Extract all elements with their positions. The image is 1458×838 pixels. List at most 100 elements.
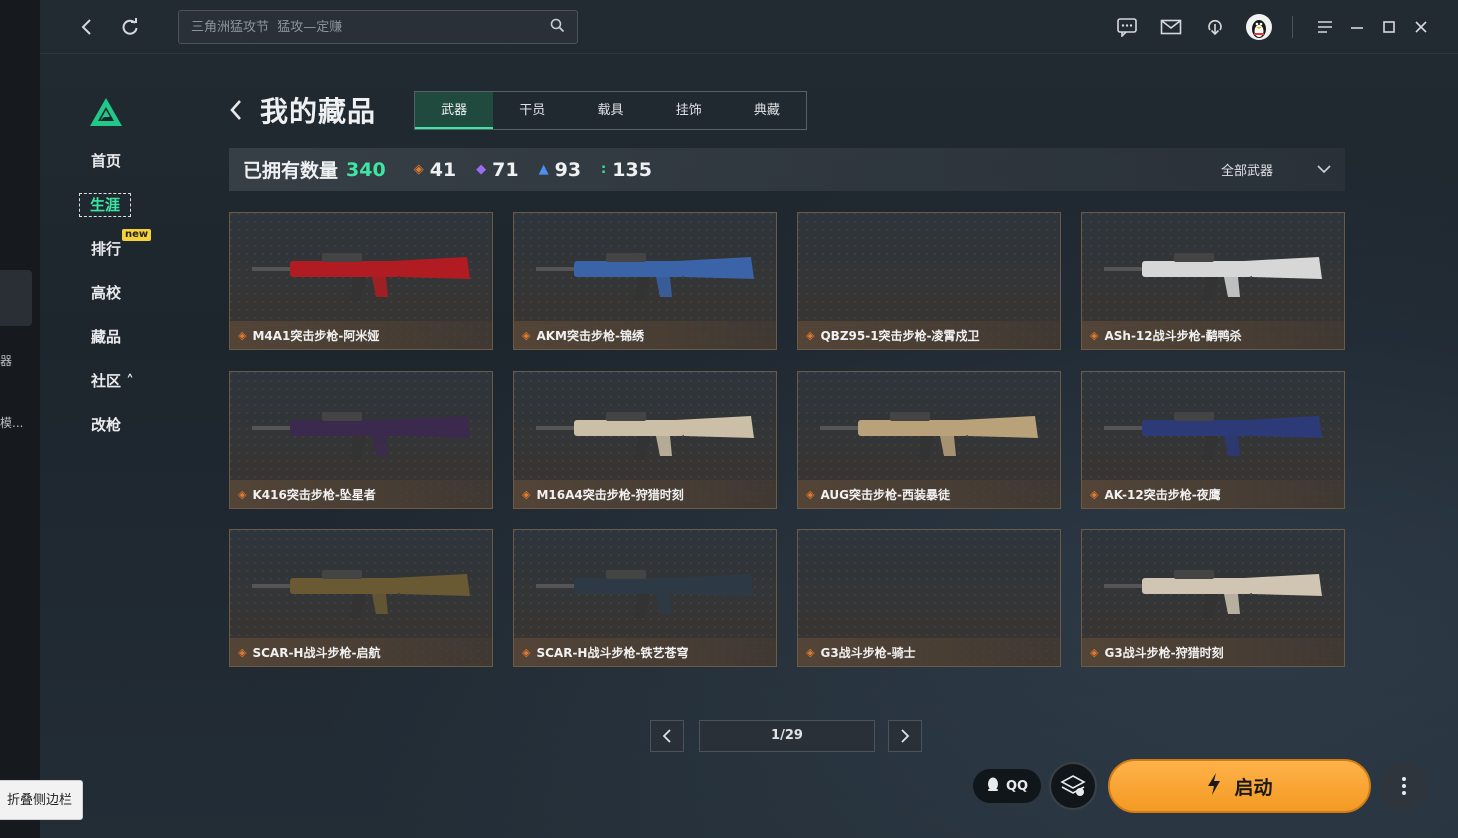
weapon-card[interactable]: ◈ SCAR-H战斗步枪-铁艺苍穹 [513,529,777,667]
rarity-diamond-icon: ◈ [238,645,247,659]
prev-page-button[interactable] [650,720,684,752]
weapon-name: AK-12突击步枪-夜鹰 [1104,487,1221,502]
outer-sidebar-selected-item[interactable] [0,270,32,326]
weapon-image [536,253,754,301]
weapon-card-caption: ◈ M4A1突击步枪-阿米娅 [230,321,492,349]
avatar[interactable] [1246,14,1272,40]
sidebar-nav: 首页 生涯 排行 new 高校 藏品 社区 ˄ 改枪 [78,145,168,453]
chat-icon[interactable] [1114,14,1140,40]
weapon-card[interactable]: ◈ AK-12突击步枪-夜鹰 [1081,371,1345,509]
weapon-name: K416突击步枪-坠星者 [252,487,376,502]
owned-stats-bar: 已拥有数量 340 ◈ 41 ◆ 71 ▲ 93 : 135 全部武器 [229,148,1345,191]
weapon-card-caption: ◈ ASh-12战斗步枪-鹬鸭杀 [1082,321,1344,349]
rarity-diamond-icon: ◈ [522,328,531,342]
weapon-name: G3战斗步枪-狩猎时刻 [1104,645,1224,660]
tab-operators[interactable]: 干员 [493,92,571,129]
close-icon[interactable] [1408,14,1434,40]
download-icon[interactable] [1202,14,1228,40]
outer-sidebar-text: 模... [0,416,24,430]
weapon-image [1104,412,1322,460]
sidebar-item-ranking[interactable]: 排行 new [78,229,168,277]
launch-button[interactable]: 启动 [1108,759,1371,813]
more-vertical-icon [1402,777,1406,795]
minimize-icon[interactable] [1344,14,1370,40]
tier-count-orange: ◈ 41 [413,158,457,181]
sidebar-item-collection[interactable]: 藏品 [78,321,168,365]
rarity-diamond-icon: ◈ [806,487,815,501]
weapon-card[interactable]: ◈ G3战斗步枪-狩猎时刻 [1081,529,1345,667]
sidebar-item-home[interactable]: 首页 [78,145,168,189]
tier-count-green: : 135 [601,158,652,181]
diamond-icon: ◈ [413,162,424,177]
sidebar-item-community[interactable]: 社区 ˄ [78,365,168,409]
game-cover-button[interactable] [1049,762,1097,810]
qq-button[interactable]: QQ [973,769,1041,803]
weapon-image [536,570,754,618]
lightning-icon [1206,772,1222,801]
weapon-card[interactable]: ◈ QBZ95-1突击步枪-凌霄戍卫 [797,212,1061,350]
new-badge: new [122,229,152,241]
weapon-card[interactable]: ◈ AKM突击步枪-锦绣 [513,212,777,350]
weapon-card-caption: ◈ G3战斗步枪-骑士 [798,638,1060,666]
weapon-card[interactable]: ◈ G3战斗步枪-骑士 [797,529,1061,667]
weapon-card[interactable]: ◈ K416突击步枪-坠星者 [229,371,493,509]
weapon-card-caption: ◈ M16A4突击步枪-狩猎时刻 [514,480,776,508]
mail-icon[interactable] [1158,14,1184,40]
weapon-card[interactable]: ◈ ASh-12战斗步枪-鹬鸭杀 [1081,212,1345,350]
app-logo[interactable] [88,96,124,132]
rarity-diamond-icon: ◈ [806,645,815,659]
weapon-image [536,412,754,460]
page-back-icon[interactable] [228,98,244,129]
refresh-icon[interactable] [117,14,143,40]
chevrons-icon: ▲ [538,162,549,177]
chevron-down-icon [1317,162,1331,178]
weapon-name: ASh-12战斗步枪-鹬鸭杀 [1104,328,1242,343]
owned-count-label: 已拥有数量 [243,160,339,182]
sidebar-item-career[interactable]: 生涯 [78,189,168,233]
weapon-card[interactable]: ◈ M4A1突击步枪-阿米娅 [229,212,493,350]
menu-icon[interactable] [1312,14,1338,40]
tab-vehicles[interactable]: 载具 [571,92,649,129]
tier-count-blue: ▲ 93 [538,158,582,181]
sidebar-item-college[interactable]: 高校 [78,277,168,321]
layers-icon [1060,775,1086,796]
rarity-diamond-icon: ◈ [238,487,247,501]
weapon-image [1104,253,1322,301]
weapon-card[interactable]: ◈ AUG突击步枪-西装暴徒 [797,371,1061,509]
back-icon[interactable] [74,14,100,40]
search-icon[interactable] [550,18,565,37]
weapon-card-caption: ◈ K416突击步枪-坠星者 [230,480,492,508]
dots-icon: : [601,162,607,177]
weapon-filter-dropdown[interactable]: 全部武器 [1221,148,1331,191]
weapon-name: G3战斗步枪-骑士 [820,645,916,660]
rarity-diamond-icon: ◈ [806,328,815,342]
weapon-card-caption: ◈ SCAR-H战斗步枪-启航 [230,638,492,666]
titlebar [40,0,1458,54]
weapon-card-caption: ◈ AUG突击步枪-西装暴徒 [798,480,1060,508]
rarity-diamond-icon: ◈ [1090,487,1099,501]
weapon-card[interactable]: ◈ M16A4突击步枪-狩猎时刻 [513,371,777,509]
rarity-diamond-icon: ◈ [238,328,247,342]
tab-collection[interactable]: 典藏 [728,92,806,129]
search-input[interactable] [191,19,550,35]
maximize-icon[interactable] [1376,14,1402,40]
weapon-image [252,412,470,460]
fold-sidebar-tooltip: 折叠侧边栏 [0,780,84,820]
page-title: 我的藏品 [260,95,377,128]
tab-charms[interactable]: 挂饰 [650,92,728,129]
more-options-button[interactable] [1380,762,1428,810]
weapon-card[interactable]: ◈ SCAR-H战斗步枪-启航 [229,529,493,667]
page-indicator: 1/29 [699,720,875,752]
rarity-diamond-icon: ◈ [522,487,531,501]
sidebar-item-gunsmith[interactable]: 改枪 [78,409,168,453]
next-page-button[interactable] [888,720,922,752]
tab-weapons[interactable]: 武器 [415,92,494,129]
weapon-name: M4A1突击步枪-阿米娅 [252,328,380,343]
weapon-image [820,412,1038,460]
weapon-card-caption: ◈ AK-12突击步枪-夜鹰 [1082,480,1344,508]
search-box[interactable] [178,10,578,44]
weapon-image [1104,570,1322,618]
qq-icon [986,776,1000,796]
weapon-name: M16A4突击步枪-狩猎时刻 [536,487,684,502]
weapon-name: AUG突击步枪-西装暴徒 [820,487,950,502]
